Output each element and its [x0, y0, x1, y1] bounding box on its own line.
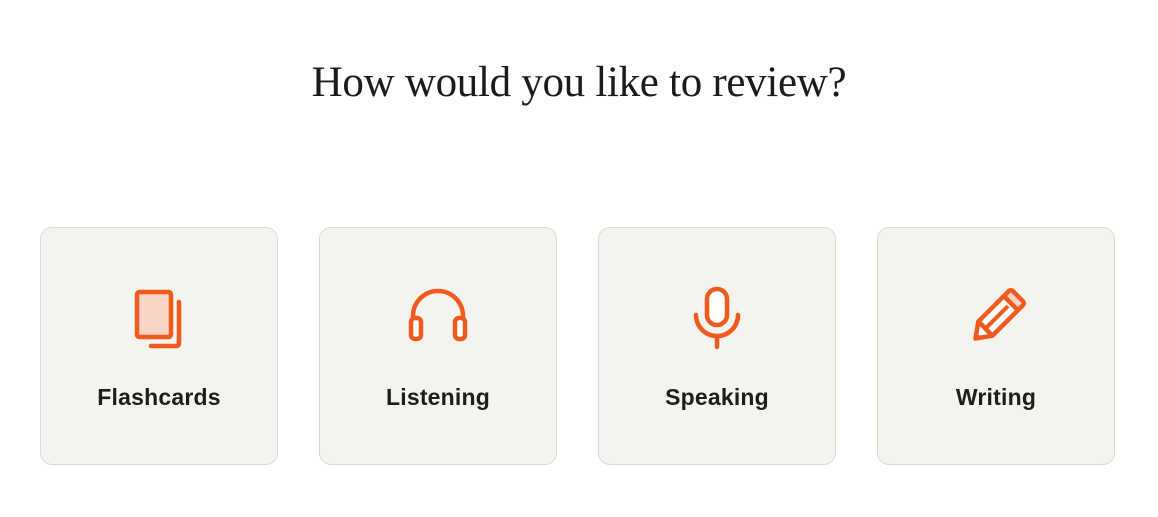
listening-label: Listening — [385, 384, 491, 410]
speaking-option-card[interactable]: Speaking — [598, 227, 836, 465]
page-title: How would you like to review? — [311, 59, 847, 106]
review-options: Flashcards Listening Speaking Writing — [40, 227, 1115, 465]
writing-label: Writing — [955, 384, 1037, 410]
flashcards-option-card[interactable]: Flashcards — [40, 227, 278, 465]
headphones-icon — [320, 286, 556, 350]
pencil-icon — [878, 286, 1114, 350]
writing-option-card[interactable]: Writing — [877, 227, 1115, 465]
listening-option-card[interactable]: Listening — [319, 227, 557, 465]
flashcards-icon — [41, 286, 277, 350]
flashcards-label: Flashcards — [97, 384, 221, 410]
microphone-icon — [599, 286, 835, 350]
speaking-label: Speaking — [665, 384, 769, 410]
